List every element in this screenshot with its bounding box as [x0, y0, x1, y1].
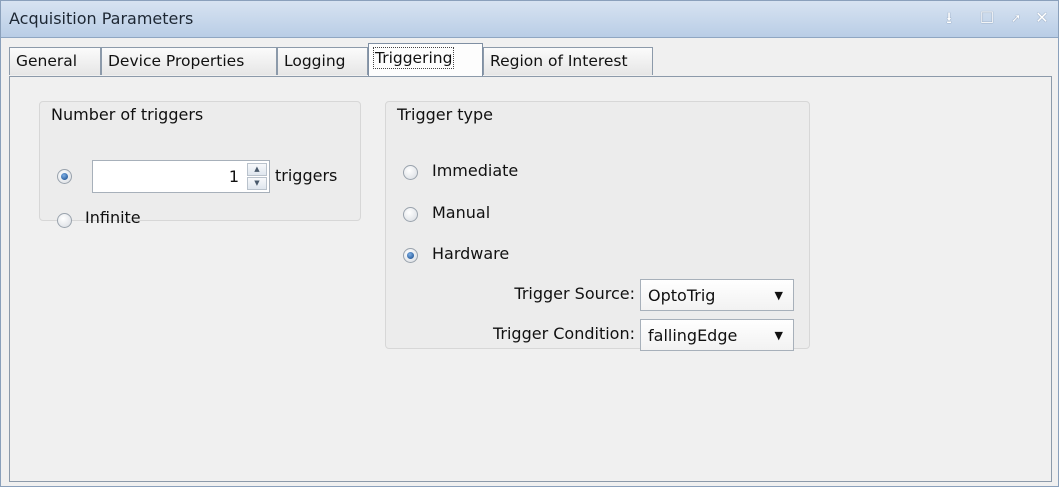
infinite-radio[interactable]	[57, 213, 72, 228]
hardware-label: Hardware	[432, 244, 510, 263]
title-bar: Acquisition Parameters ⭳ ☐ ➚ ✕	[1, 1, 1058, 38]
dropdown-arrow-icon: ▼	[774, 329, 783, 342]
hardware-radio[interactable]	[403, 248, 418, 263]
tab-label: General	[16, 52, 78, 70]
number-of-triggers-title: Number of triggers	[51, 105, 204, 124]
trigger-source-value: OptoTrig	[648, 286, 716, 305]
number-of-triggers-group: Number of triggers 1 ▲ ▼ triggers Infini…	[39, 101, 361, 228]
trigger-condition-value: fallingEdge	[648, 326, 738, 345]
trigger-count-radio[interactable]	[57, 169, 72, 184]
tab-triggering[interactable]: Triggering	[368, 43, 483, 77]
trigger-source-label: Trigger Source:	[514, 284, 635, 303]
tab-region-of-interest[interactable]: Region of Interest	[483, 47, 653, 75]
undock-icon[interactable]: ➚	[1005, 7, 1027, 29]
close-icon[interactable]: ✕	[1031, 7, 1053, 29]
manual-label: Manual	[432, 203, 491, 222]
trigger-count-spinner[interactable]: 1 ▲ ▼	[92, 160, 270, 193]
maximize-icon[interactable]: ☐	[976, 7, 998, 29]
trigger-condition-dropdown[interactable]: fallingEdge ▼	[640, 319, 794, 351]
tab-label: Logging	[284, 52, 346, 70]
dock-icon[interactable]: ⭳	[938, 7, 960, 29]
trigger-source-dropdown[interactable]: OptoTrig ▼	[640, 279, 794, 311]
trigger-condition-label: Trigger Condition:	[492, 324, 635, 343]
triggers-unit-label: triggers	[275, 166, 338, 185]
window-title: Acquisition Parameters	[9, 9, 194, 28]
spinner-down-icon[interactable]: ▼	[247, 177, 267, 190]
immediate-radio[interactable]	[403, 165, 418, 180]
dropdown-arrow-icon: ▼	[774, 289, 783, 302]
spinner-buttons: ▲ ▼	[247, 163, 267, 190]
trigger-count-value: 1	[228, 167, 239, 186]
tab-device-properties[interactable]: Device Properties	[101, 47, 277, 75]
trigger-type-title: Trigger type	[397, 105, 494, 124]
tab-general[interactable]: General	[9, 47, 101, 75]
tab-label: Region of Interest	[490, 52, 628, 70]
immediate-label: Immediate	[432, 161, 519, 180]
acquisition-parameters-window: Acquisition Parameters ⭳ ☐ ➚ ✕ General D…	[0, 0, 1059, 487]
manual-radio[interactable]	[403, 207, 418, 222]
infinite-label: Infinite	[85, 208, 141, 227]
tab-label: Device Properties	[108, 52, 245, 70]
trigger-type-group: Trigger type Immediate Manual Hardware T…	[385, 101, 810, 351]
spinner-up-icon[interactable]: ▲	[247, 163, 267, 176]
triggering-panel: Number of triggers 1 ▲ ▼ triggers Infini…	[9, 76, 1052, 482]
tab-label: Triggering	[372, 47, 455, 69]
tab-logging[interactable]: Logging	[277, 47, 368, 75]
